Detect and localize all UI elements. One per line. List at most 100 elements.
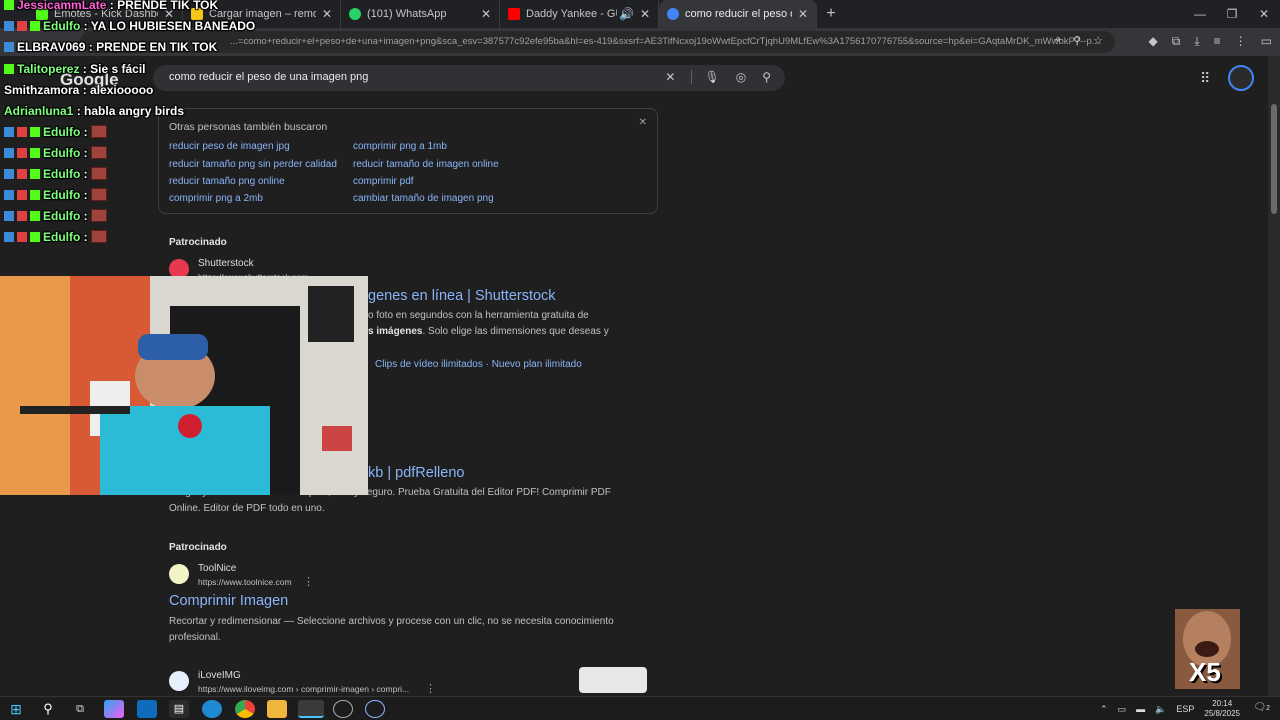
volume-icon[interactable]: 🔈 <box>1155 704 1166 715</box>
related-searches-box: Otras personas también buscaron ✕ reduci… <box>158 108 658 214</box>
minimize-icon[interactable]: — <box>1184 0 1216 28</box>
related-link[interactable]: reducir tamaño png online <box>169 176 285 187</box>
obs-icon[interactable] <box>365 700 385 718</box>
extension-icon[interactable]: ◆ <box>1149 34 1158 49</box>
webcam-feed <box>0 276 368 495</box>
related-link[interactable]: comprimir png a 2mb <box>169 193 263 204</box>
edge-icon[interactable] <box>202 700 222 718</box>
chat-user: Edulfo <box>43 146 81 160</box>
close-icon[interactable]: ✕ <box>798 7 808 21</box>
badge-icon <box>30 211 40 221</box>
close-window-icon[interactable]: ✕ <box>1248 0 1280 28</box>
new-tab-button[interactable]: + <box>817 5 845 23</box>
close-icon[interactable]: ✕ <box>640 7 650 21</box>
language-indicator[interactable]: ESP <box>1176 704 1194 714</box>
badge-icon <box>17 232 27 242</box>
tab-title: como reducir el peso de una im <box>685 8 792 20</box>
battery-icon[interactable]: ▬ <box>1136 704 1145 714</box>
camera-icon[interactable]: ◎ <box>736 70 746 84</box>
address-bar-icons: ⌖ ⚲ ☆ <box>1055 34 1103 47</box>
site-name[interactable]: ToolNice <box>198 563 236 574</box>
page-scrollbar[interactable] <box>1268 56 1280 696</box>
chat-user: Talitoperez <box>17 62 80 76</box>
address-bar[interactable]: ...=como+reducir+el+peso+de+una+imagen+p… <box>80 31 1115 53</box>
result-title[interactable]: genes en línea | Shutterstock <box>368 288 556 304</box>
snippet-text: . Solo elige las dimensiones que deseas … <box>422 326 609 337</box>
side-panel-icon[interactable]: ▭ <box>1261 34 1272 49</box>
tab-whatsapp[interactable]: (101) WhatsApp ✕ <box>341 0 500 28</box>
search-icon[interactable]: ⚲ <box>38 700 58 718</box>
menu-icon[interactable]: ⋮ <box>1235 34 1247 49</box>
close-icon[interactable]: ✕ <box>639 117 647 128</box>
puzzle-icon[interactable]: ⧉ <box>1172 34 1181 49</box>
chrome-active-icon[interactable] <box>298 700 324 718</box>
search-icon[interactable]: ⚲ <box>762 70 771 84</box>
file-explorer-icon[interactable] <box>267 700 287 718</box>
related-link[interactable]: cambiar tamaño de imagen png <box>353 193 494 204</box>
location-icon[interactable]: ⌖ <box>1055 34 1061 47</box>
site-url[interactable]: https://www.iloveimg.com › comprimir-ima… <box>198 684 409 694</box>
emote-icon <box>90 230 107 243</box>
zoom-icon[interactable]: ⚲ <box>1073 34 1081 47</box>
star-icon[interactable]: ☆ <box>1093 34 1103 47</box>
chat-user: Edulfo <box>43 19 81 33</box>
apps-grid-icon[interactable]: ⠿ <box>1200 70 1210 87</box>
tab-google-search[interactable]: como reducir el peso de una im ✕ <box>659 0 817 28</box>
related-link[interactable]: comprimir png a 1mb <box>353 141 447 152</box>
store-icon[interactable]: ▤ <box>169 700 189 718</box>
sitelinks[interactable]: Clips de vídeo ilimitados · Nuevo plan i… <box>375 357 582 373</box>
result-title[interactable]: kb | pdfRelleno <box>368 465 464 481</box>
chat-message: Edulfo : <box>4 209 107 223</box>
clear-icon[interactable]: ✕ <box>665 70 675 84</box>
chat-text: habla angry birds <box>84 104 185 118</box>
chevron-up-icon[interactable]: ⌃ <box>1100 704 1108 715</box>
site-name[interactable]: iLoveIMG <box>198 670 241 681</box>
network-icon[interactable]: ▭ <box>1118 704 1127 715</box>
result-title[interactable]: Comprimir Imagen <box>169 593 288 609</box>
related-link[interactable]: reducir tamaño de imagen online <box>353 159 499 170</box>
site-url[interactable]: https://www.toolnice.com <box>198 577 292 587</box>
related-link[interactable]: reducir peso de imagen jpg <box>169 141 290 152</box>
close-icon[interactable]: ✕ <box>481 7 491 21</box>
app-icon[interactable] <box>333 700 353 718</box>
search-input[interactable]: como reducir el peso de una imagen png <box>169 71 368 83</box>
more-options-icon[interactable]: ⋮ <box>303 575 314 588</box>
chat-message: Edulfo : <box>4 188 107 202</box>
chrome-icon[interactable] <box>235 700 255 718</box>
badge-icon <box>4 64 14 74</box>
badge-icon <box>30 169 40 179</box>
chat-text: PRENDE EN TIK TOK <box>96 40 218 54</box>
related-link[interactable]: reducir tamaño png sin perder calidad <box>169 159 337 170</box>
media-icon[interactable]: ≡ <box>1214 34 1221 49</box>
task-view-icon[interactable]: ⧉ <box>70 700 90 718</box>
download-icon[interactable]: ⤓ <box>1194 34 1199 49</box>
related-heading: Otras personas también buscaron <box>169 121 328 133</box>
microphone-icon[interactable]: 🎙 <box>691 70 720 84</box>
webcam-illustration <box>0 276 368 495</box>
windows-start-icon[interactable]: ⊞ <box>6 700 26 718</box>
avatar[interactable] <box>1228 65 1254 91</box>
scroll-thumb[interactable] <box>1271 104 1277 214</box>
chat-text: PRENDE TIK TOK <box>117 0 219 12</box>
close-icon[interactable]: ✕ <box>322 7 332 21</box>
multiplier-text: X5 <box>1189 657 1221 687</box>
related-link[interactable]: comprimir pdf <box>353 176 414 187</box>
badge-icon <box>17 148 27 158</box>
clock[interactable]: 20:14 25/8/2025 <box>1204 699 1240 719</box>
chat-message: ELBRAV069 : PRENDE EN TIK TOK <box>4 40 217 54</box>
copilot-icon[interactable] <box>104 700 124 718</box>
tab-youtube[interactable]: Daddy Yankee - GUAYA (Vi 🔊 ✕ <box>500 0 659 28</box>
badge-icon <box>4 0 14 10</box>
site-name[interactable]: Shutterstock <box>198 258 254 269</box>
more-options-icon[interactable]: ⋮ <box>425 682 436 695</box>
windows-taskbar: ⊞ ⚲ ⧉ ▤ ⌃ ▭ ▬ 🔈 ESP 20:14 25/8/2025 🗨2 <box>0 696 1280 720</box>
search-box[interactable]: como reducir el peso de una imagen png ✕… <box>153 65 785 91</box>
notification-icon[interactable]: 🗨2 <box>1253 702 1270 713</box>
sponsored-label: Patrocinado <box>169 542 227 553</box>
restore-icon[interactable]: ❐ <box>1216 0 1248 28</box>
address-url[interactable]: ...=como+reducir+el+peso+de+una+imagen+p… <box>230 36 1120 47</box>
speaker-icon[interactable]: 🔊 <box>619 7 634 21</box>
result-thumbnail[interactable] <box>579 667 647 693</box>
badge-icon <box>17 127 27 137</box>
outlook-icon[interactable] <box>137 700 157 718</box>
